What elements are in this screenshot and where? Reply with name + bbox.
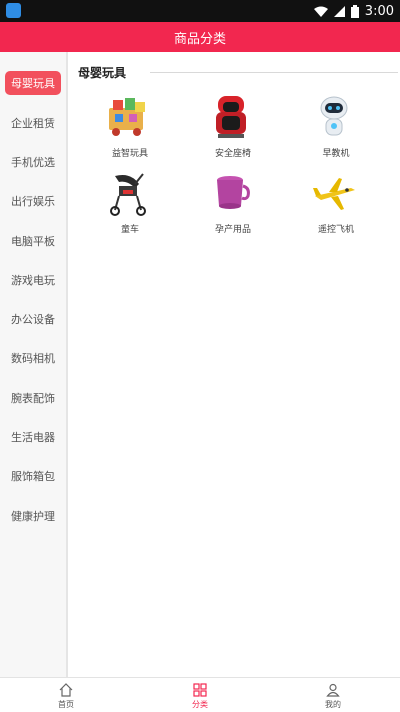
tab-label: 分类 [192,700,208,709]
product-label: 安全座椅 [214,149,251,159]
sidebar-item-office[interactable]: 办公设备 [0,307,66,331]
section-divider [150,72,398,73]
clock: 3:00 [364,3,394,19]
app-notification-icon [6,3,21,18]
tab-label: 首页 [58,700,74,709]
sidebar-item-gaming[interactable]: 游戏电玩 [0,268,66,292]
tab-mine[interactable]: 我的 [293,678,373,712]
sidebar-item-label: 服饰箱包 [11,470,55,483]
wifi-icon [313,6,328,17]
page-title: 商品分类 [173,31,226,47]
sidebar-item-label: 数码相机 [11,352,55,365]
sidebar-item-label: 出行娱乐 [11,195,55,208]
sidebar-item-apparel[interactable]: 服饰箱包 [0,464,66,488]
bottom-nav: 首页 分类 我的 [0,677,400,712]
status-bar: 3:00 [0,0,400,22]
section-title: 母婴玩具 [78,66,127,80]
product-maternity-supplies[interactable]: 孕产用品 [183,170,273,240]
sidebar-item-enterprise-leasing[interactable]: 企业租赁 [0,111,66,135]
category-sidebar: 母婴玩具 企业租赁 手机优选 出行娱乐 电脑平板 游戏电玩 办公设备 数码相机 … [0,52,68,677]
battery-icon [350,4,359,18]
category-icon [193,683,207,697]
product-educational-toys[interactable]: 益智玩具 [80,94,170,164]
product-label: 益智玩具 [111,149,148,159]
toy-blocks-icon [109,98,145,136]
sidebar-item-label: 腕表配饰 [11,392,55,405]
sidebar-item-label: 企业租赁 [11,117,55,130]
sidebar-item-computers[interactable]: 电脑平板 [0,229,66,253]
sidebar-item-label: 游戏电玩 [11,274,55,287]
sidebar-item-baby-toys[interactable]: 母婴玩具 [0,71,66,95]
sidebar-item-appliances[interactable]: 生活电器 [0,425,66,449]
product-label: 遥控飞机 [317,225,354,235]
product-label: 早教机 [322,149,350,159]
user-icon [326,683,340,697]
tab-category[interactable]: 分类 [160,678,240,712]
home-icon [59,683,73,697]
category-content: 母婴玩具 益智玩具 安全座椅 早教机 童车 孕产用品 遥控飞机 [68,52,400,677]
maternity-cup-icon [217,176,250,209]
car-seat-icon [216,96,246,138]
section-header: 母婴玩具 [78,64,398,80]
stroller-icon [110,173,146,216]
product-early-learning-robot[interactable]: 早教机 [286,94,376,164]
app-header: 商品分类 [0,22,400,52]
rc-plane-icon [313,178,355,210]
robot-icon [320,96,348,136]
sidebar-item-label: 生活电器 [11,431,55,444]
status-icons: 3:00 [313,0,394,22]
sidebar-item-label: 办公设备 [11,313,55,326]
product-stroller[interactable]: 童车 [80,170,170,240]
product-label: 孕产用品 [214,225,251,235]
sidebar-item-cameras[interactable]: 数码相机 [0,346,66,370]
sidebar-item-label: 手机优选 [11,156,55,169]
product-rc-plane[interactable]: 遥控飞机 [286,170,376,240]
sidebar-item-phones[interactable]: 手机优选 [0,150,66,174]
tab-label: 我的 [325,700,341,709]
sidebar-item-travel[interactable]: 出行娱乐 [0,189,66,213]
sidebar-item-label: 电脑平板 [11,235,55,248]
sidebar-item-label: 母婴玩具 [5,71,61,95]
sidebar-item-health[interactable]: 健康护理 [0,504,66,528]
sidebar-item-label: 健康护理 [11,510,55,523]
tab-home[interactable]: 首页 [26,678,106,712]
product-label: 童车 [120,225,139,235]
signal-icon [333,5,345,17]
sidebar-item-watches[interactable]: 腕表配饰 [0,386,66,410]
product-car-seat[interactable]: 安全座椅 [183,94,273,164]
